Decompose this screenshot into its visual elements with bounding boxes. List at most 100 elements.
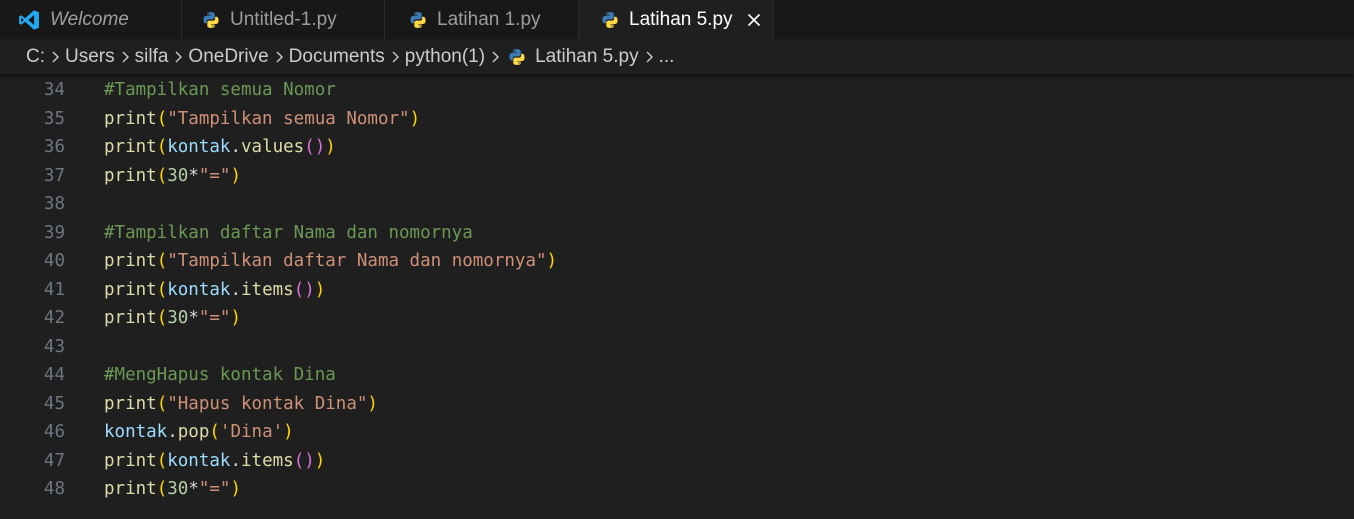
breadcrumb-symbols[interactable]: ... [659, 46, 675, 68]
code-token: ( [156, 308, 168, 329]
code-text: print(kontak.items()) [104, 451, 325, 471]
code-token: ( [156, 479, 168, 500]
chevron-right-icon [491, 50, 500, 64]
code-token: ( [156, 450, 168, 471]
code-token: #MengHapus kontak Dina [104, 365, 336, 386]
code-token: ( [156, 108, 168, 129]
code-line[interactable]: 46 kontak.pop('Dina') [0, 418, 1354, 447]
line-number: 37 [43, 165, 65, 186]
code-text: #Tampilkan semua Nomor [104, 80, 336, 100]
code-line[interactable]: 35 print("Tampilkan semua Nomor") [0, 105, 1354, 134]
code-line[interactable]: 42 print(30*"=") [0, 304, 1354, 333]
code-token: print [104, 479, 157, 500]
code-line[interactable]: 34 #Tampilkan semua Nomor [0, 76, 1354, 105]
code-token: ) [314, 279, 326, 300]
code-token: kontak [167, 137, 231, 158]
line-number: 48 [43, 479, 65, 500]
code-token: . [230, 450, 241, 471]
code-token: 'Dina' [219, 422, 284, 443]
code-line[interactable]: 47 print(kontak.items()) [0, 447, 1354, 476]
python-icon [409, 11, 427, 29]
code-token: ) [230, 479, 242, 500]
chevron-right-icon [645, 50, 654, 64]
code-token: ) [230, 165, 242, 186]
code-text: #Tampilkan daftar Nama dan nomornya [104, 223, 473, 243]
code-text: #MengHapus kontak Dina [104, 365, 336, 385]
code-token: print [104, 308, 157, 329]
code-line[interactable]: 40 print("Tampilkan daftar Nama dan nomor… [0, 247, 1354, 276]
tab-latihan-1[interactable]: Latihan 1.py [385, 0, 579, 39]
breadcrumb-file[interactable]: Latihan 5.py [505, 46, 639, 68]
code-line[interactable]: 36 print(kontak.values()) [0, 133, 1354, 162]
code-line[interactable]: 44 #MengHapus kontak Dina [0, 361, 1354, 390]
code-token: #Tampilkan daftar Nama dan nomornya [104, 222, 473, 243]
line-number: 46 [43, 422, 65, 443]
python-icon [508, 48, 526, 66]
code-token: kontak [104, 422, 168, 443]
tab-latihan-5[interactable]: Latihan 5.py [579, 0, 774, 39]
code-token: "Tampilkan daftar Nama dan nomornya" [167, 251, 547, 272]
chevron-right-icon [174, 50, 183, 64]
code-text: print(kontak.items()) [104, 280, 325, 300]
code-token: ( [156, 279, 168, 300]
line-number: 39 [43, 222, 65, 243]
code-text: kontak.pop('Dina') [104, 422, 294, 442]
tab-label: Latihan 5.py [629, 8, 733, 30]
code-token: "=" [198, 479, 231, 500]
code-line[interactable]: 38 [0, 190, 1354, 219]
code-text: print("Tampilkan semua Nomor") [104, 109, 420, 129]
breadcrumb-item[interactable]: Users [65, 46, 115, 68]
breadcrumb-item[interactable]: C: [26, 46, 45, 68]
line-number: 40 [43, 251, 65, 272]
code-token: ) [283, 422, 294, 443]
code-token: * [188, 479, 199, 500]
chevron-right-icon [275, 50, 284, 64]
code-token: ) [409, 108, 421, 129]
breadcrumb-item[interactable]: python(1) [405, 46, 485, 68]
breadcrumb-item[interactable]: silfa [135, 46, 169, 68]
code-line[interactable]: 37 print(30*"=") [0, 162, 1354, 191]
tab-label: Untitled-1.py [230, 8, 337, 30]
code-token: print [104, 450, 157, 471]
code-text: print(30*"=") [104, 308, 241, 328]
tab-welcome[interactable]: Welcome [0, 0, 182, 39]
code-text: print(30*"=") [104, 166, 241, 186]
breadcrumb-item[interactable]: Documents [289, 46, 385, 68]
code-token: items [241, 450, 294, 471]
python-icon [202, 11, 220, 29]
code-token: print [104, 393, 157, 414]
code-token: "Hapus kontak Dina" [167, 393, 368, 414]
code-token: () [293, 450, 315, 471]
code-token: 30 [167, 479, 189, 500]
code-token: "Tampilkan semua Nomor" [167, 108, 410, 129]
code-token: print [104, 165, 157, 186]
code-line[interactable]: 41 print(kontak.items()) [0, 276, 1354, 305]
code-token: #Tampilkan semua Nomor [104, 80, 336, 101]
code-line[interactable]: 48 print(30*"=") [0, 475, 1354, 504]
code-line[interactable]: 45 print("Hapus kontak Dina") [0, 390, 1354, 419]
tab-untitled-1[interactable]: Untitled-1.py [182, 0, 385, 39]
tab-label: Welcome [50, 8, 129, 30]
code-token: print [104, 137, 157, 158]
python-icon [601, 11, 619, 29]
code-token: pop [177, 422, 210, 443]
code-text: print(kontak.values()) [104, 137, 336, 157]
code-token: kontak [167, 279, 231, 300]
code-line[interactable]: 39 #Tampilkan daftar Nama dan nomornya [0, 219, 1354, 248]
breadcrumb-file-label: Latihan 5.py [535, 45, 639, 67]
code-line[interactable]: 43 [0, 333, 1354, 362]
chevron-right-icon [391, 50, 400, 64]
code-token: ) [314, 450, 326, 471]
vscode-logo-icon [18, 9, 40, 31]
code-token: ) [546, 251, 558, 272]
breadcrumb-item[interactable]: OneDrive [188, 46, 268, 68]
code-editor[interactable]: 34 #Tampilkan semua Nomor 35 print("Tampilk… [0, 74, 1354, 519]
code-token: print [104, 108, 157, 129]
line-number: 34 [43, 80, 65, 101]
close-icon[interactable] [746, 12, 762, 28]
code-token: 30 [167, 308, 189, 329]
line-number: 43 [43, 336, 65, 357]
line-number: 44 [43, 365, 65, 386]
code-token: . [230, 279, 241, 300]
code-token: ) [367, 393, 378, 414]
